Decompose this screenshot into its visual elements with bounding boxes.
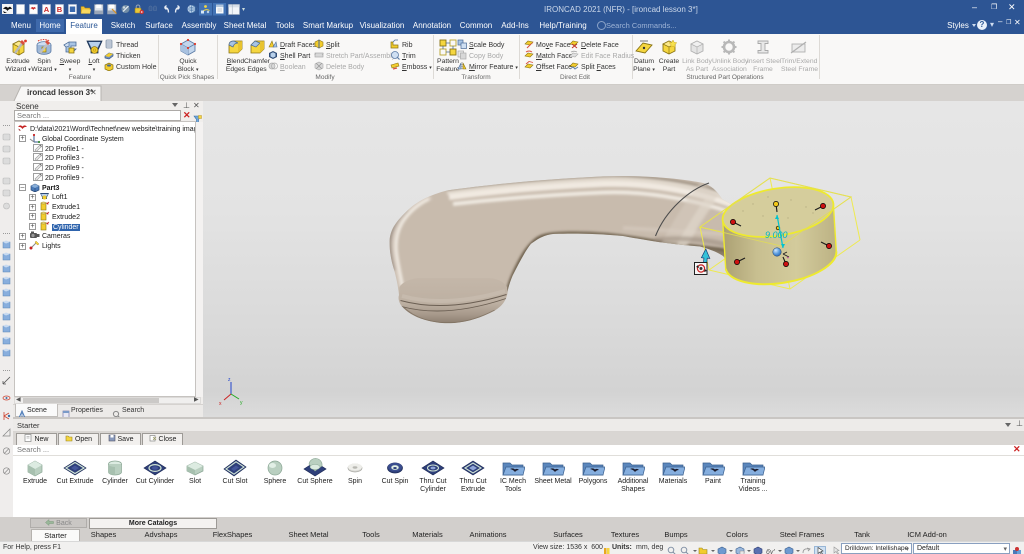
svg-text:9.000: 9.000 <box>765 230 788 240</box>
svg-text:x: x <box>219 401 222 407</box>
svg-text:6y': 6y' <box>766 549 775 554</box>
svg-text:A: A <box>44 5 50 14</box>
svg-text:▾: ▾ <box>242 7 245 13</box>
svg-text:y: y <box>240 400 243 406</box>
svg-text:B: B <box>57 5 63 14</box>
